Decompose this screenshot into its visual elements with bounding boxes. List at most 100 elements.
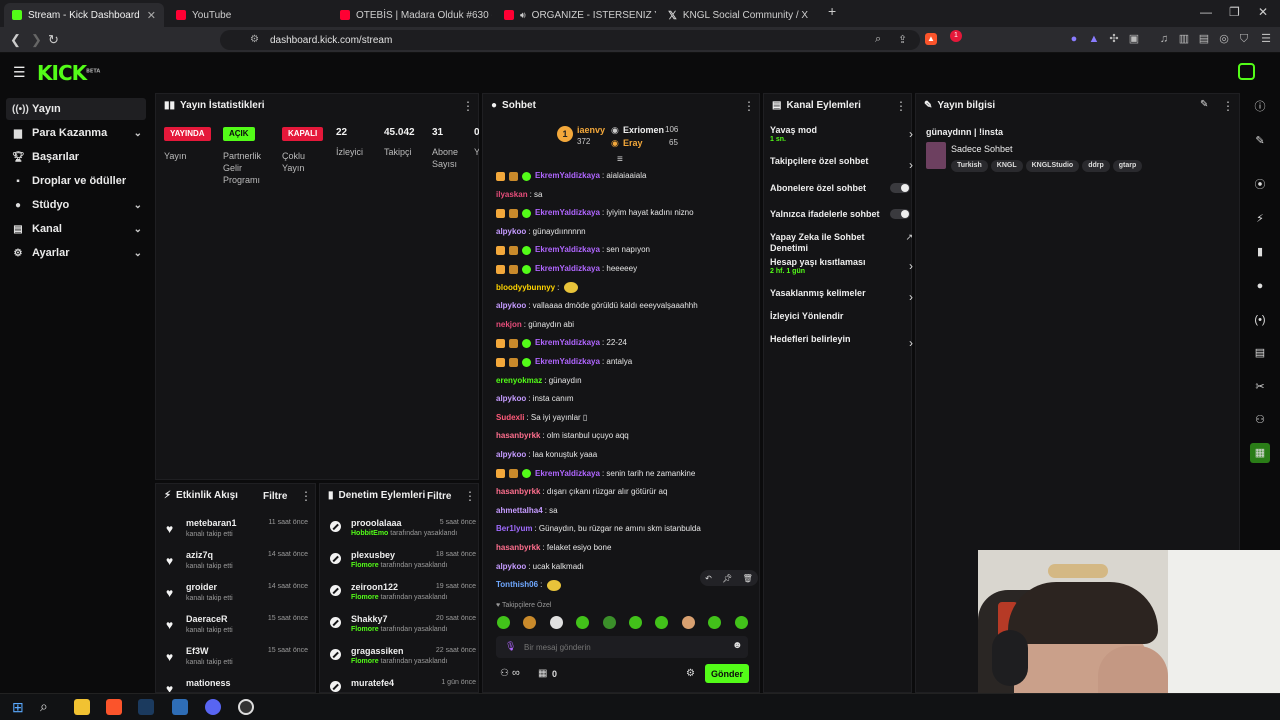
activity-username[interactable]: metebaran1	[186, 518, 237, 528]
emote-icon[interactable]	[602, 616, 616, 629]
chat-username[interactable]: EkremYaldizkaya	[535, 263, 600, 275]
add-widget-icon[interactable]: ▦	[1250, 443, 1270, 463]
chat-message[interactable]: ahmettalha4: sa	[496, 505, 558, 517]
chat-username[interactable]: alpykoo	[496, 300, 526, 312]
users-icon[interactable]: ⚇	[1250, 410, 1270, 430]
chat-username[interactable]: ilyaskan	[496, 189, 528, 201]
microphone-icon[interactable]: 🎙︎	[505, 641, 516, 652]
channel-action-item[interactable]: Takipçilere özel sohbet ›	[770, 156, 913, 172]
chat-message[interactable]: alpykoo: vallaaaa dmöde görüldü kaldı ee…	[496, 300, 698, 312]
activity-item[interactable]: ♥ mationess	[166, 678, 306, 692]
banned-username[interactable]: muratefe4	[351, 678, 394, 688]
hamburger-menu-icon[interactable]: ☰	[13, 64, 26, 81]
brave-shields-icon[interactable]: ▲	[925, 33, 937, 45]
expand-leaderboard-icon[interactable]: ≡	[617, 154, 623, 165]
kick-logo[interactable]: KICKBETA	[37, 61, 100, 85]
chat-message[interactable]: hasanbyrkk: felaket esiyo bone	[496, 542, 611, 554]
delete-icon[interactable]: 🗑︎	[743, 574, 753, 583]
emote-icon[interactable]	[681, 616, 695, 629]
site-info-icon[interactable]: ⚙	[250, 34, 259, 45]
more-options-icon[interactable]: ⋮	[464, 489, 476, 503]
banned-username[interactable]: Shakky7	[351, 614, 388, 624]
tag[interactable]: KNGLStudio	[1025, 160, 1080, 172]
zoom-icon[interactable]: ⌕	[875, 33, 881, 46]
go-live-icon[interactable]	[1238, 63, 1255, 80]
moderation-item[interactable]: prooolalaaa HobbitEmo tarafından yasaklan…	[330, 518, 476, 546]
top-gifter-name[interactable]: iaenvy	[577, 125, 605, 135]
sidebar-item-studyo[interactable]: ● Stüdyo ⌄	[6, 194, 146, 216]
more-options-icon[interactable]: ⋮	[1222, 99, 1234, 113]
chat-username[interactable]: alpykoo	[496, 226, 526, 238]
activity-username[interactable]: DaeraceR	[186, 614, 228, 624]
chat-message[interactable]: alpykoo: laa konuştuk yaaa	[496, 449, 597, 461]
more-options-icon[interactable]: ⋮	[895, 99, 907, 113]
activity-username[interactable]: aziz7q	[186, 550, 213, 560]
server-icon[interactable]: ▤	[1250, 343, 1270, 363]
emote-icon[interactable]	[734, 616, 748, 629]
more-options-icon[interactable]: ⋮	[462, 99, 474, 113]
reload-icon[interactable]: ↻	[48, 32, 59, 48]
chat-message[interactable]: alpykoo: insta canım	[496, 393, 574, 405]
extension-icon[interactable]: ▲	[1088, 33, 1100, 45]
extension-icon[interactable]: ●	[1068, 33, 1080, 45]
reply-icon[interactable]: ↶	[705, 574, 712, 583]
browser-tab[interactable]: Stream - Kick Dashboard ✕	[4, 3, 164, 27]
channel-action-item[interactable]: İzleyici Yönlendir	[770, 311, 910, 322]
windows-start-icon[interactable]: ⊞	[12, 699, 24, 716]
chat-message[interactable]: bloodyybunnyy:	[496, 282, 579, 294]
chat-username[interactable]: Ber1lyum	[496, 523, 532, 535]
tag[interactable]: Turkish	[951, 160, 988, 172]
address-bar[interactable]: ⚙ dashboard.kick.com/stream ⌕ ⇪	[220, 30, 920, 50]
forward-icon[interactable]: ❯	[31, 32, 42, 48]
activity-item[interactable]: ♥ groider kanalı takip etti 14 saat önce	[166, 582, 308, 610]
banned-username[interactable]: plexusbey	[351, 550, 395, 560]
send-button[interactable]: Gönder	[705, 664, 749, 683]
channel-action-item[interactable]: Hesap yaşı kısıtlaması 2 hf. 1 gün ›	[770, 257, 913, 275]
emote-icon[interactable]	[629, 616, 642, 629]
tag[interactable]: KNGL	[990, 160, 1023, 172]
chat-icon[interactable]: ●	[1250, 276, 1270, 296]
chat-username[interactable]: Tonthish06	[496, 579, 538, 591]
banned-username[interactable]: prooolalaaa	[351, 518, 402, 528]
activity-username[interactable]: Ef3W	[186, 646, 209, 656]
chat-message[interactable]: EkremYaldizkaya: heeeeey	[496, 263, 637, 275]
chat-message[interactable]: nekjon: günaydın abi	[496, 319, 574, 331]
new-tab-button[interactable]: +	[828, 3, 836, 19]
puzzle-extensions-icon[interactable]: ✣	[1108, 33, 1120, 45]
chat-settings-icon[interactable]: ⚙	[686, 668, 695, 679]
emoji-icon[interactable]: ☻	[732, 640, 743, 651]
chat-message[interactable]: EkremYaldizkaya: 22-24	[496, 337, 627, 349]
rewards-badge[interactable]: 1	[950, 30, 962, 42]
activity-username[interactable]: mationess	[186, 678, 231, 688]
brave-browser-icon[interactable]	[106, 699, 122, 715]
pencil-icon[interactable]: ✎	[1250, 131, 1270, 151]
channel-action-item[interactable]: Hedefleri belirleyin ›	[770, 334, 913, 350]
obs-icon[interactable]	[238, 699, 254, 715]
category-name[interactable]: Sadece Sohbet	[951, 144, 1013, 154]
chat-input-box[interactable]: 🎙︎ ☻	[496, 636, 748, 658]
chat-message[interactable]: Sudexli: Sa iyi yayınlar ▯	[496, 412, 587, 424]
media-icon[interactable]: ♫	[1158, 33, 1170, 45]
browser-tab[interactable]: 𝕏 KNGL Social Community / X	[660, 3, 820, 27]
clipboard-icon[interactable]: ▮	[1250, 242, 1270, 262]
info-icon[interactable]: ⓘ	[1250, 97, 1270, 117]
toggle-switch[interactable]	[890, 183, 910, 193]
banned-username[interactable]: gragassiken	[351, 646, 404, 656]
chat-username[interactable]: alpykoo	[496, 449, 526, 461]
close-window-icon[interactable]: ✕	[1258, 5, 1268, 19]
channel-action-item[interactable]: Yasaklanmış kelimeler ›	[770, 288, 913, 304]
moderator-name[interactable]: HobbitEmo	[351, 530, 388, 537]
screenshot-icon[interactable]: ▣	[1128, 33, 1140, 45]
chat-username[interactable]: alpykoo	[496, 393, 526, 405]
pin-icon[interactable]: 📌︎	[722, 574, 732, 583]
chat-message[interactable]: EkremYaldizkaya: iyiyim hayat kadını niz…	[496, 207, 694, 219]
moderation-item[interactable]: Shakky7 Flomore tarafından yasaklandı 20 s…	[330, 614, 476, 642]
discord-icon[interactable]	[205, 699, 221, 715]
chat-username[interactable]: hasanbyrkk	[496, 542, 540, 554]
tag[interactable]: gtarp	[1112, 160, 1143, 172]
app-icon[interactable]	[172, 699, 188, 715]
channel-action-item[interactable]: Yapay Zeka ile Sohbet Denetimi ↗	[770, 232, 913, 254]
browser-tab[interactable]: YouTube	[168, 3, 328, 27]
moderation-item[interactable]: gragassiken Flomore tarafından yasaklandı…	[330, 646, 476, 674]
chat-message[interactable]: EkremYaldizkaya: sen napıyon	[496, 244, 650, 256]
